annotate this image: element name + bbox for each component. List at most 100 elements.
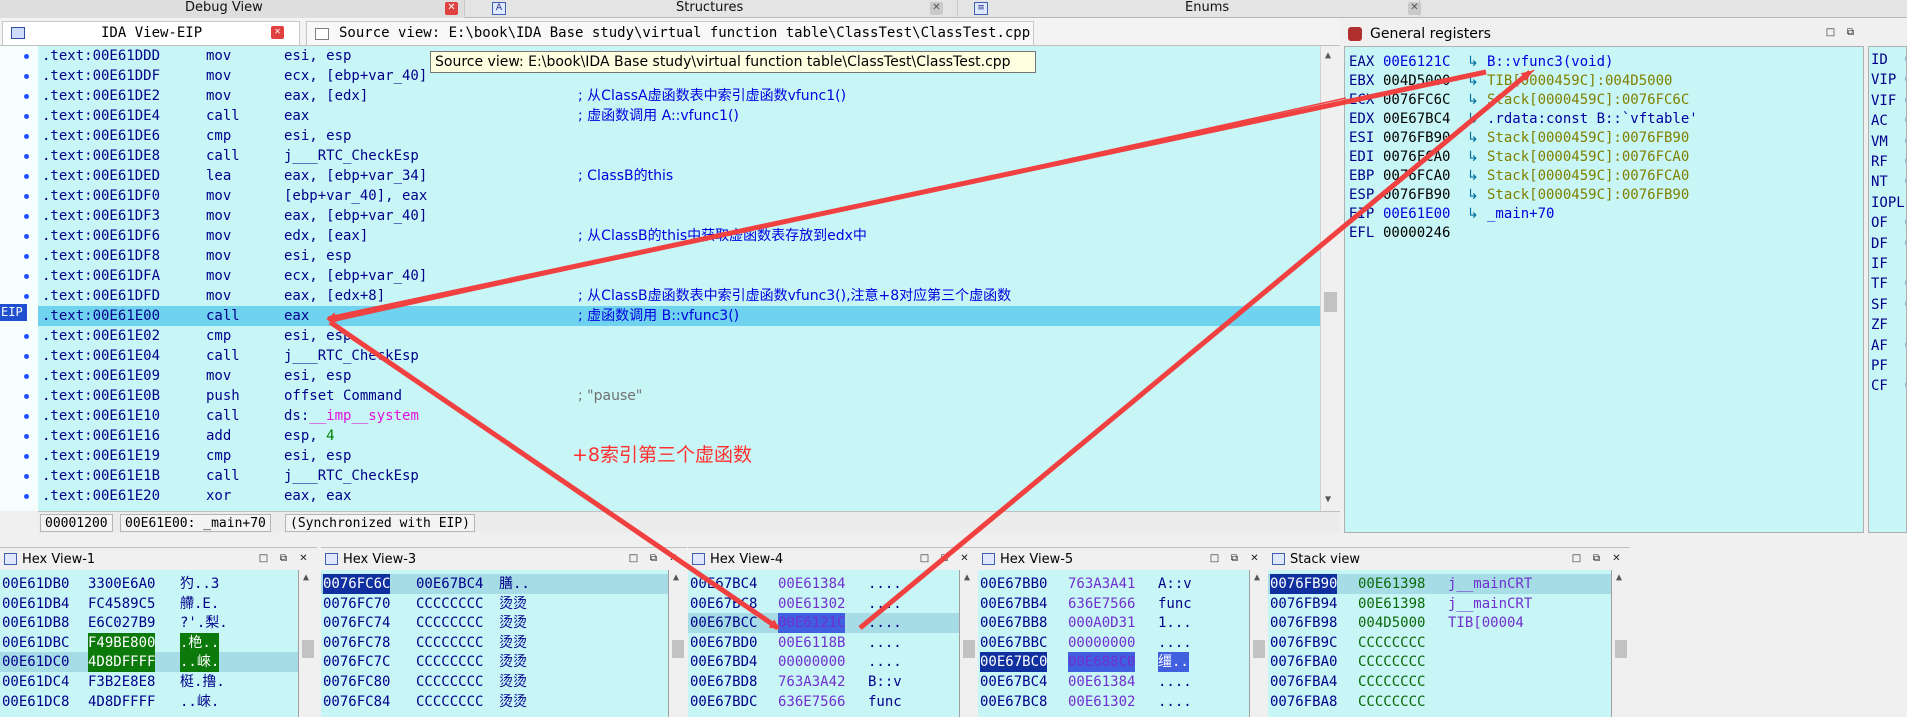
scroll-up-icon[interactable]: ▲ bbox=[1616, 572, 1622, 583]
hex-value[interactable]: CCCCCCCC bbox=[416, 672, 483, 692]
hex-value[interactable]: F49BE800 bbox=[88, 632, 156, 653]
hex-value[interactable]: CCCCCCCC bbox=[1358, 692, 1425, 712]
pane-scrollbar[interactable]: ▲ bbox=[1250, 570, 1268, 717]
hex-value[interactable]: FC4589C5 bbox=[88, 594, 155, 614]
hex-row[interactable]: 0076FC78 CCCCCCCC 烫烫 bbox=[321, 633, 668, 653]
hex-row[interactable]: 00E61DBC F49BE800 .栬.. bbox=[0, 632, 298, 653]
hex-row[interactable]: 0076FBA8 CCCCCCCC bbox=[1268, 692, 1611, 712]
code-line[interactable]: .text:00E61DF0 mov [ebp+var_40], eax bbox=[38, 186, 1320, 206]
code-line[interactable]: .text:00E61DF3 mov eax, [ebp+var_40] bbox=[38, 206, 1320, 226]
hex-value[interactable]: 00E67BC4 bbox=[416, 574, 483, 594]
scroll-up-icon[interactable]: ▲ bbox=[673, 572, 679, 583]
close-icon[interactable]: ✕ bbox=[667, 553, 680, 566]
disassembly-scrollbar[interactable]: ▲ ▼ bbox=[1320, 46, 1340, 511]
hex-value[interactable]: 4D8DFFFF bbox=[88, 692, 155, 712]
hex-row[interactable]: 0076FC6C 00E67BC4 膳.. bbox=[321, 574, 668, 594]
breakpoint-dot[interactable] bbox=[24, 434, 29, 439]
hex-value[interactable]: CCCCCCCC bbox=[416, 594, 483, 614]
code-line[interactable]: .text:00E61DED lea eax, [ebp+var_34] ; Clas… bbox=[38, 166, 1320, 186]
hex-dump[interactable]: 00E67BB0 763A3A41 A::v 00E67BB4 636E7566 func… bbox=[978, 570, 1250, 717]
float-icon[interactable]: ⧉ bbox=[1228, 553, 1241, 566]
minimize-icon[interactable]: □ bbox=[1824, 27, 1837, 40]
hex-row[interactable]: 0076FBA4 CCCCCCCC bbox=[1268, 672, 1611, 692]
hex-row[interactable]: 00E67BC0 00E688C0 缰.. bbox=[978, 652, 1249, 673]
hex-value[interactable]: CCCCCCCC bbox=[416, 613, 483, 633]
hex-row[interactable]: 0076FBA0 CCCCCCCC bbox=[1268, 652, 1611, 672]
breakpoint-dot[interactable] bbox=[24, 334, 29, 339]
scroll-thumb[interactable] bbox=[1615, 640, 1627, 658]
close-icon[interactable]: ✕ bbox=[1610, 553, 1623, 566]
code-line[interactable]: .text:00E61DE4 call eax ; 虚函数调用 A::vfunc1() bbox=[38, 106, 1320, 126]
hex-row[interactable]: 0076FC70 CCCCCCCC 烫烫 bbox=[321, 594, 668, 614]
minimize-icon[interactable]: □ bbox=[1570, 553, 1583, 566]
hex-dump[interactable]: 0076FB90 00E61398 j__mainCRT 0076FB94 00E613… bbox=[1268, 570, 1612, 717]
tab-source-view[interactable]: Source view: E:\book\IDA Base study\virt… bbox=[306, 21, 1034, 45]
scroll-thumb[interactable] bbox=[302, 640, 314, 658]
code-line[interactable]: .text:00E61E10 call ds:__imp__system bbox=[38, 406, 1320, 426]
scroll-up-icon[interactable]: ▲ bbox=[1325, 50, 1331, 61]
scroll-thumb[interactable] bbox=[1253, 640, 1265, 658]
hex-row[interactable]: 00E67BC8 00E61302.... bbox=[688, 594, 959, 614]
hex-value[interactable]: 636E7566 bbox=[1068, 594, 1135, 614]
breakpoint-dot[interactable] bbox=[24, 234, 29, 239]
hex-row[interactable]: 00E67BB4 636E7566 func bbox=[978, 594, 1249, 614]
breakpoint-dot[interactable] bbox=[24, 114, 29, 119]
breakpoint-dot[interactable] bbox=[24, 294, 29, 299]
hex-row[interactable]: 00E67BC4 00E61384.... bbox=[688, 574, 959, 594]
hex-row[interactable]: 00E67BCC 00E6121C.... bbox=[688, 613, 959, 634]
code-line[interactable]: .text:00E61DF8 mov esi, esp bbox=[38, 246, 1320, 266]
hex-row[interactable]: 0076FC80 CCCCCCCC 烫烫 bbox=[321, 672, 668, 692]
code-line[interactable]: .text:00E61DE8 call j___RTC_CheckEsp bbox=[38, 146, 1320, 166]
scroll-thumb[interactable] bbox=[963, 640, 975, 658]
hex-row[interactable]: 00E67BD4 00000000.... bbox=[688, 652, 959, 672]
minimize-icon[interactable]: □ bbox=[918, 553, 931, 566]
hex-row[interactable]: 0076FC74 CCCCCCCC 烫烫 bbox=[321, 613, 668, 633]
code-line[interactable]: .text:00E61E0B push offset Command ; "pause… bbox=[38, 386, 1320, 406]
float-icon[interactable]: ⧉ bbox=[1844, 27, 1857, 40]
code-line[interactable]: .text:00E61DE2 mov eax, [edx] ; 从ClassA虚函数表… bbox=[38, 86, 1320, 106]
breakpoint-dot[interactable] bbox=[24, 414, 29, 419]
breakpoint-dot[interactable] bbox=[24, 274, 29, 279]
hex-value[interactable]: 00E61302 bbox=[778, 594, 845, 614]
breakpoint-dot[interactable] bbox=[24, 374, 29, 379]
hex-value[interactable]: CCCCCCCC bbox=[1358, 672, 1425, 692]
hex-dump[interactable]: 00E67BC4 00E61384.... 00E67BC8 00E61302....… bbox=[688, 570, 960, 717]
hex-value[interactable]: 00E61384 bbox=[1068, 672, 1135, 692]
scroll-up-icon[interactable]: ▲ bbox=[303, 572, 309, 583]
code-line[interactable]: .text:00E61DF6 mov edx, [eax] ; 从ClassB的thi… bbox=[38, 226, 1320, 246]
hex-row[interactable]: 0076FC84 CCCCCCCC 烫烫 bbox=[321, 692, 668, 712]
hex-value[interactable]: 00E61398 bbox=[1358, 574, 1425, 594]
breakpoint-dot[interactable] bbox=[24, 74, 29, 79]
hex-row[interactable]: 00E67BB8 000A0D31 1... bbox=[978, 613, 1249, 633]
code-line[interactable]: .text:00E61DFA mov ecx, [ebp+var_40] bbox=[38, 266, 1320, 286]
hex-value[interactable]: CCCCCCCC bbox=[416, 633, 483, 653]
hex-value[interactable]: 763A3A42 bbox=[778, 672, 845, 692]
hex-value[interactable]: F3B2E8E8 bbox=[88, 672, 155, 692]
code-line[interactable]: .text:00E61DE6 cmp esi, esp bbox=[38, 126, 1320, 146]
hex-row[interactable]: 00E67BB0 763A3A41 A::v bbox=[978, 574, 1249, 594]
hex-row[interactable]: 00E67BD8 763A3A42 B::v bbox=[688, 672, 959, 692]
pane-scrollbar[interactable]: ▲ bbox=[1612, 570, 1630, 717]
code-line[interactable]: .text:00E61E1B call j___RTC_CheckEsp bbox=[38, 466, 1320, 486]
hex-value[interactable]: 000A0D31 bbox=[1068, 613, 1135, 633]
hex-row[interactable]: 00E61DB4 FC4589C5 艜.E. bbox=[0, 594, 298, 614]
breakpoint-dot[interactable] bbox=[24, 454, 29, 459]
tab-structures[interactable]: A Structures ✕ bbox=[470, 0, 958, 18]
close-icon[interactable]: ✕ bbox=[445, 2, 458, 15]
hex-value[interactable]: CCCCCCCC bbox=[416, 692, 483, 712]
breakpoint-dot[interactable] bbox=[24, 194, 29, 199]
tab-enums[interactable]: ≡ Enums ✕ bbox=[960, 0, 1421, 18]
scroll-thumb[interactable] bbox=[672, 640, 684, 658]
close-icon[interactable]: ✕ bbox=[930, 2, 943, 15]
hex-row[interactable]: 00E67BD0 00E6118B.... bbox=[688, 633, 959, 653]
pane-scrollbar[interactable]: ▲ bbox=[669, 570, 687, 717]
flags-view[interactable]: ID 0VIP 0VIF 0AC 0VM 0RF 0NT 0IOPL 0OF 0… bbox=[1868, 46, 1907, 533]
hex-row[interactable]: 0076FB9C CCCCCCCC bbox=[1268, 633, 1611, 653]
breakpoint-dot[interactable] bbox=[24, 54, 29, 59]
float-icon[interactable]: ⧉ bbox=[938, 553, 951, 566]
hex-value[interactable]: 00E61398 bbox=[1358, 594, 1425, 614]
close-icon[interactable]: ✕ bbox=[1408, 2, 1421, 15]
close-icon[interactable]: ✕ bbox=[1248, 553, 1261, 566]
hex-row[interactable]: 00E67BC4 00E61384.... bbox=[978, 672, 1249, 692]
float-icon[interactable]: ⧉ bbox=[277, 553, 290, 566]
